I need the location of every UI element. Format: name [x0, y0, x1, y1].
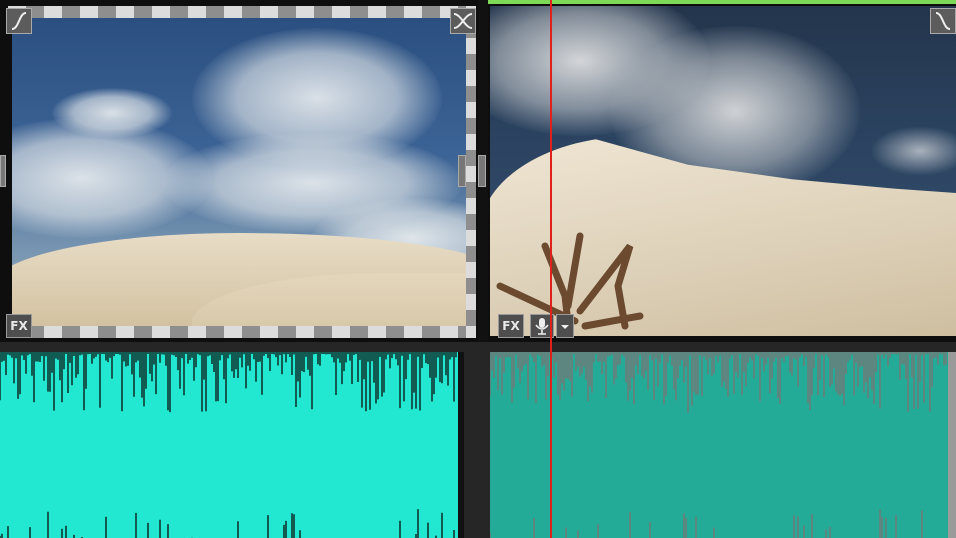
clip1-thumbnail [12, 18, 466, 326]
audio2-right-edge [948, 352, 956, 538]
video-clip-2[interactable]: FX [488, 0, 956, 342]
crossfade-icon[interactable] [450, 8, 476, 34]
clip1-trim-handle-left[interactable] [0, 155, 6, 187]
waveform-2-peaks [490, 352, 947, 538]
clip1-top-edge [8, 6, 470, 18]
audio-waveform-1[interactable] [0, 352, 458, 538]
clip1-bottom-edge [8, 326, 470, 338]
video-clip-1[interactable]: FX [0, 0, 478, 342]
fade-out-curve-icon[interactable] [930, 8, 956, 34]
clip2-trim-handle-left[interactable] [478, 155, 486, 187]
playhead[interactable] [550, 0, 552, 538]
waveform-1-peaks [0, 352, 457, 538]
clip1-trim-handle[interactable] [458, 155, 466, 187]
audio-waveform-2[interactable] [490, 352, 948, 538]
clip2-selection-border [488, 0, 956, 4]
clip2-fx-button[interactable]: FX [498, 314, 524, 338]
audio-gap [458, 352, 464, 538]
chevron-down-icon[interactable] [556, 314, 574, 338]
fade-in-curve-icon[interactable] [6, 8, 32, 34]
clip2-thumbnail [490, 6, 956, 336]
clip1-right-edge [466, 6, 476, 338]
clip1-fx-button[interactable]: FX [6, 314, 32, 338]
